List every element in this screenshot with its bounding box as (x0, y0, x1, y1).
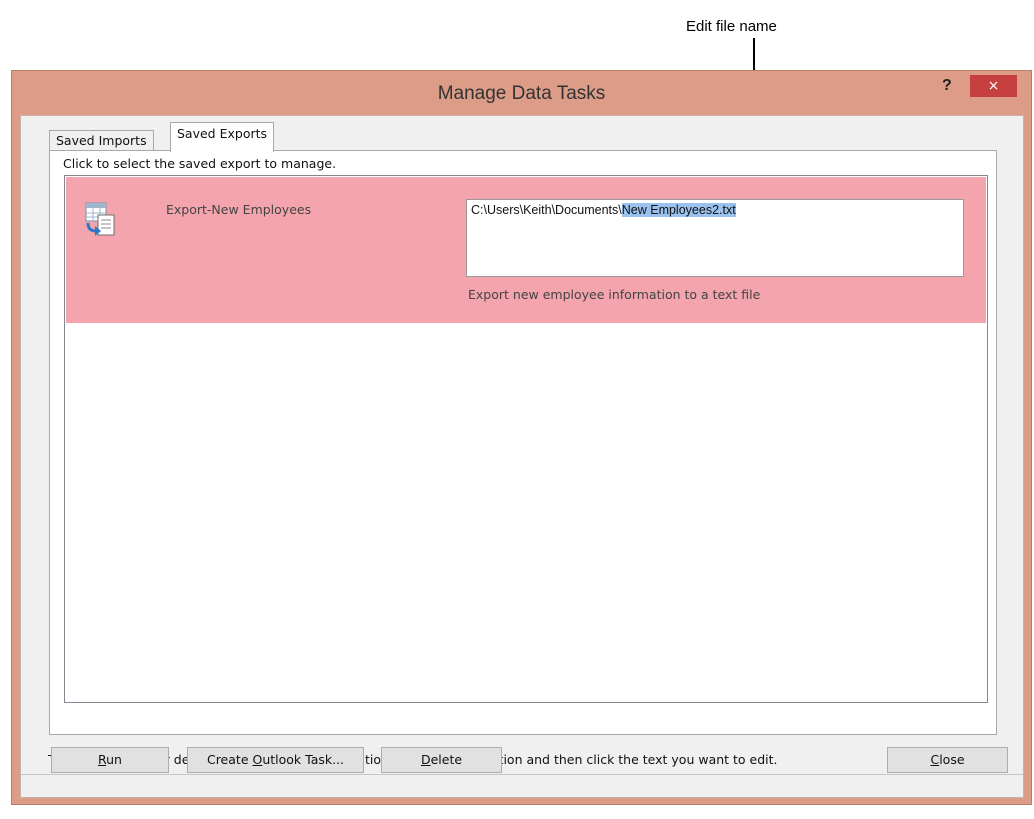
close-window-button[interactable]: × (970, 75, 1017, 97)
dialog-title: Manage Data Tasks (437, 83, 606, 104)
dialog-body: Saved Imports Saved Exports Click to sel… (20, 115, 1024, 798)
export-name[interactable]: Export-New Employees (166, 202, 311, 217)
file-path-prefix: C:\Users\Keith\Documents\ (471, 203, 622, 217)
saved-exports-panel: Click to select the saved export to mana… (49, 150, 997, 735)
tab-saved-imports[interactable]: Saved Imports (49, 130, 154, 151)
panel-instruction: Click to select the saved export to mana… (63, 156, 337, 171)
close-button[interactable]: Close (887, 747, 1008, 773)
manage-data-tasks-dialog: Manage Data Tasks ? × Saved Imports Save… (11, 70, 1032, 805)
callout-label: Edit file name (686, 18, 777, 35)
footer-divider (21, 774, 1023, 775)
tab-saved-exports[interactable]: Saved Exports (170, 122, 275, 152)
file-name-selection: New Employees2.txt (621, 203, 736, 217)
help-button[interactable]: ? (942, 77, 952, 95)
export-description[interactable]: Export new employee information to a tex… (468, 287, 760, 302)
run-button[interactable]: Run (51, 747, 169, 773)
export-table-icon (85, 202, 115, 236)
saved-exports-list[interactable]: Export-New Employees C:\Users\Keith\Docu… (64, 175, 988, 703)
saved-export-item[interactable]: Export-New Employees C:\Users\Keith\Docu… (66, 177, 986, 323)
create-outlook-task-button[interactable]: Create Outlook Task... (187, 747, 364, 773)
delete-button[interactable]: Delete (381, 747, 502, 773)
file-path-field[interactable]: C:\Users\Keith\Documents\New Employees2.… (466, 199, 964, 277)
title-bar[interactable]: Manage Data Tasks ? × (12, 71, 1031, 115)
